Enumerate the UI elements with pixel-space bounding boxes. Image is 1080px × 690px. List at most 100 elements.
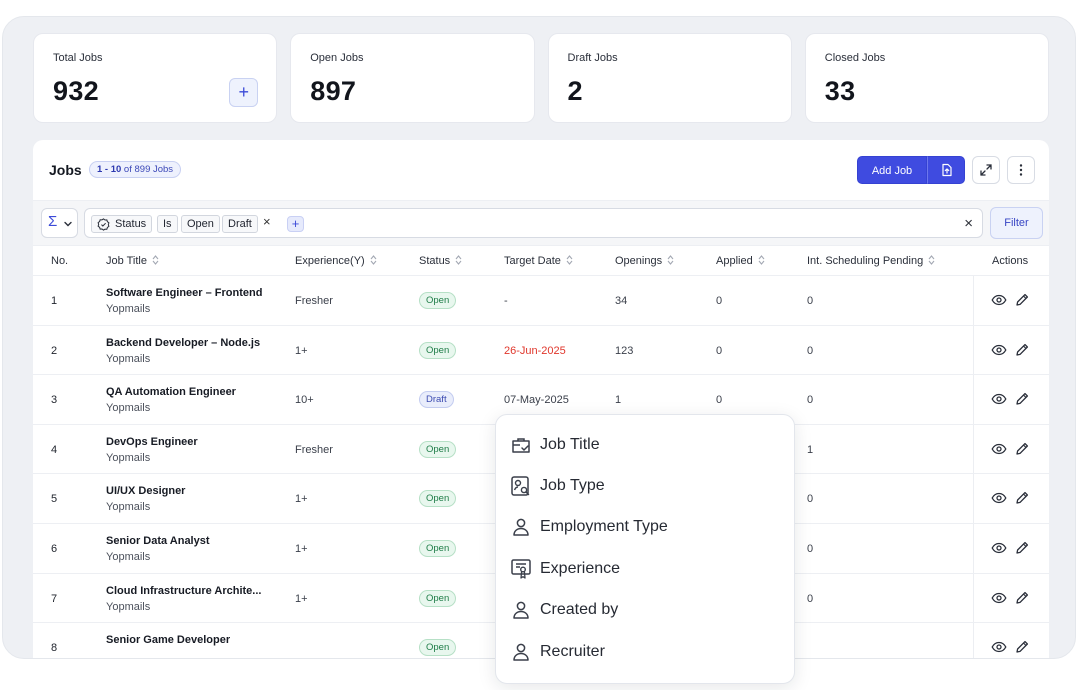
view-job-button[interactable]	[991, 391, 1007, 407]
applied-count: 0	[716, 394, 723, 407]
status-badge: Open	[419, 440, 457, 458]
column-header-status[interactable]: Status	[419, 255, 462, 267]
row-number: 1	[51, 295, 58, 307]
sort-icon	[455, 255, 462, 265]
status-badge: Open	[419, 589, 457, 607]
table-row[interactable]: 2 Backend Developer – Node.js Yopmails 1+ Op…	[33, 325, 1049, 376]
experience-value: Fresher	[295, 295, 333, 307]
view-icon	[991, 443, 1007, 454]
chevron-down-icon	[64, 221, 72, 227]
experience-value: 1+	[295, 493, 308, 506]
edit-icon	[1016, 293, 1029, 306]
filter-button[interactable]: Filter	[990, 207, 1043, 239]
openings-count: 123	[615, 344, 634, 357]
job-title[interactable]: Senior Data Analyst	[106, 535, 210, 547]
column-header-actions: Actions	[992, 255, 1029, 267]
edit-job-button[interactable]	[1014, 342, 1030, 358]
stats-row: Total Jobs 932 + Open Jobs 897 Draft Job…	[33, 33, 1049, 123]
target-date: 26-Jun-2025	[504, 344, 566, 357]
column-header-experience[interactable]: Experience(Y)	[295, 255, 377, 267]
view-job-button[interactable]	[991, 441, 1007, 457]
job-title[interactable]: Senior Game Developer	[106, 634, 230, 646]
target-date: -	[504, 295, 508, 307]
sort-icon	[152, 255, 159, 265]
expand-icon	[980, 164, 992, 176]
stat-label: Total Jobs	[53, 52, 103, 64]
filter-field-dropdown: Job Title Job Type Employment Type Exper…	[495, 414, 795, 684]
stat-value: 897	[310, 76, 357, 106]
filter-chip-field[interactable]: Status	[91, 215, 153, 233]
edit-job-button[interactable]	[1014, 590, 1030, 606]
fullscreen-button[interactable]	[972, 156, 1000, 184]
filter-chip-operator[interactable]: Is	[157, 215, 178, 233]
export-button[interactable]	[927, 156, 965, 184]
actions-divider	[973, 623, 974, 658]
stat-label: Closed Jobs	[824, 52, 886, 64]
job-title[interactable]: DevOps Engineer	[106, 436, 198, 448]
column-header-target-date[interactable]: Target Date	[504, 255, 573, 267]
experience-value: 1+	[295, 592, 308, 605]
edit-job-button[interactable]	[1014, 540, 1030, 556]
column-header-openings[interactable]: Openings	[615, 255, 674, 267]
add-filter-button[interactable]: +	[287, 216, 304, 232]
dropdown-item-label: Job Title	[540, 436, 600, 453]
jobs-count-total: of 899 Jobs	[121, 164, 174, 175]
view-job-button[interactable]	[991, 639, 1007, 655]
edit-icon	[1016, 343, 1029, 356]
column-header-no: No.	[51, 255, 69, 267]
stat-card-draft-jobs[interactable]: Draft Jobs 2	[547, 33, 792, 123]
filter-query-input[interactable]: Status Is Open Draft × + ×	[84, 208, 983, 238]
column-header-applied[interactable]: Applied	[716, 255, 765, 267]
stat-card-closed-jobs[interactable]: Closed Jobs 33	[804, 33, 1049, 123]
experience-value: 1+	[295, 344, 308, 357]
remove-filter-icon[interactable]: ×	[263, 214, 271, 229]
view-job-button[interactable]	[991, 490, 1007, 506]
edit-icon	[1016, 442, 1029, 455]
job-title[interactable]: Software Engineer – Frontend	[106, 287, 262, 299]
view-job-button[interactable]	[991, 590, 1007, 606]
edit-job-button[interactable]	[1014, 391, 1030, 407]
add-job-quick-button[interactable]: +	[229, 78, 259, 107]
status-badge: Open	[419, 341, 457, 359]
jobs-count-badge: 1 - 10 of 899 Jobs	[89, 161, 182, 178]
actions-divider	[973, 325, 974, 375]
edit-job-button[interactable]	[1014, 490, 1030, 506]
row-number: 4	[51, 443, 58, 456]
filter-chip-value-draft[interactable]: Draft	[222, 215, 258, 233]
openings-count: 34	[615, 295, 628, 307]
view-icon	[991, 344, 1007, 355]
job-title[interactable]: UI/UX Designer	[106, 485, 185, 497]
column-label: Status	[419, 255, 451, 267]
edit-job-button[interactable]	[1014, 639, 1030, 655]
status-badge: Draft	[419, 391, 454, 409]
target-date: 07-May-2025	[504, 394, 569, 407]
view-job-button[interactable]	[991, 292, 1007, 308]
stat-card-total-jobs[interactable]: Total Jobs 932 +	[33, 33, 278, 123]
aggregate-dropdown[interactable]: Σ	[41, 208, 78, 238]
view-job-button[interactable]	[991, 540, 1007, 556]
view-icon	[991, 642, 1007, 653]
filter-chip-value-open[interactable]: Open	[181, 215, 220, 233]
more-options-button[interactable]	[1007, 156, 1035, 184]
column-header-int-scheduling-pending[interactable]: Int. Scheduling Pending	[807, 255, 935, 267]
column-label: Applied	[716, 255, 753, 267]
edit-job-button[interactable]	[1014, 292, 1030, 308]
view-job-button[interactable]	[991, 342, 1007, 358]
column-label: Int. Scheduling Pending	[807, 255, 924, 267]
company-name: Yopmails	[106, 402, 151, 415]
job-title[interactable]: Backend Developer – Node.js	[106, 337, 260, 349]
experience-value: 10+	[295, 394, 314, 407]
add-job-group: Add Job	[857, 156, 965, 184]
column-label: Target Date	[504, 255, 561, 267]
actions-divider	[973, 375, 974, 424]
briefcase-check-icon	[512, 438, 530, 453]
stat-card-open-jobs[interactable]: Open Jobs 897	[290, 33, 535, 123]
edit-job-button[interactable]	[1014, 441, 1030, 457]
table-row[interactable]: 1 Software Engineer – Frontend Yopmails Fre…	[33, 276, 1049, 326]
job-title[interactable]: Cloud Infrastructure Archite...	[106, 585, 261, 597]
add-job-button[interactable]: Add Job	[857, 156, 927, 184]
edit-icon	[1016, 492, 1029, 505]
clear-filter-icon[interactable]: ×	[964, 215, 973, 232]
job-title[interactable]: QA Automation Engineer	[106, 386, 236, 398]
column-header-job-title[interactable]: Job Title	[106, 255, 159, 267]
